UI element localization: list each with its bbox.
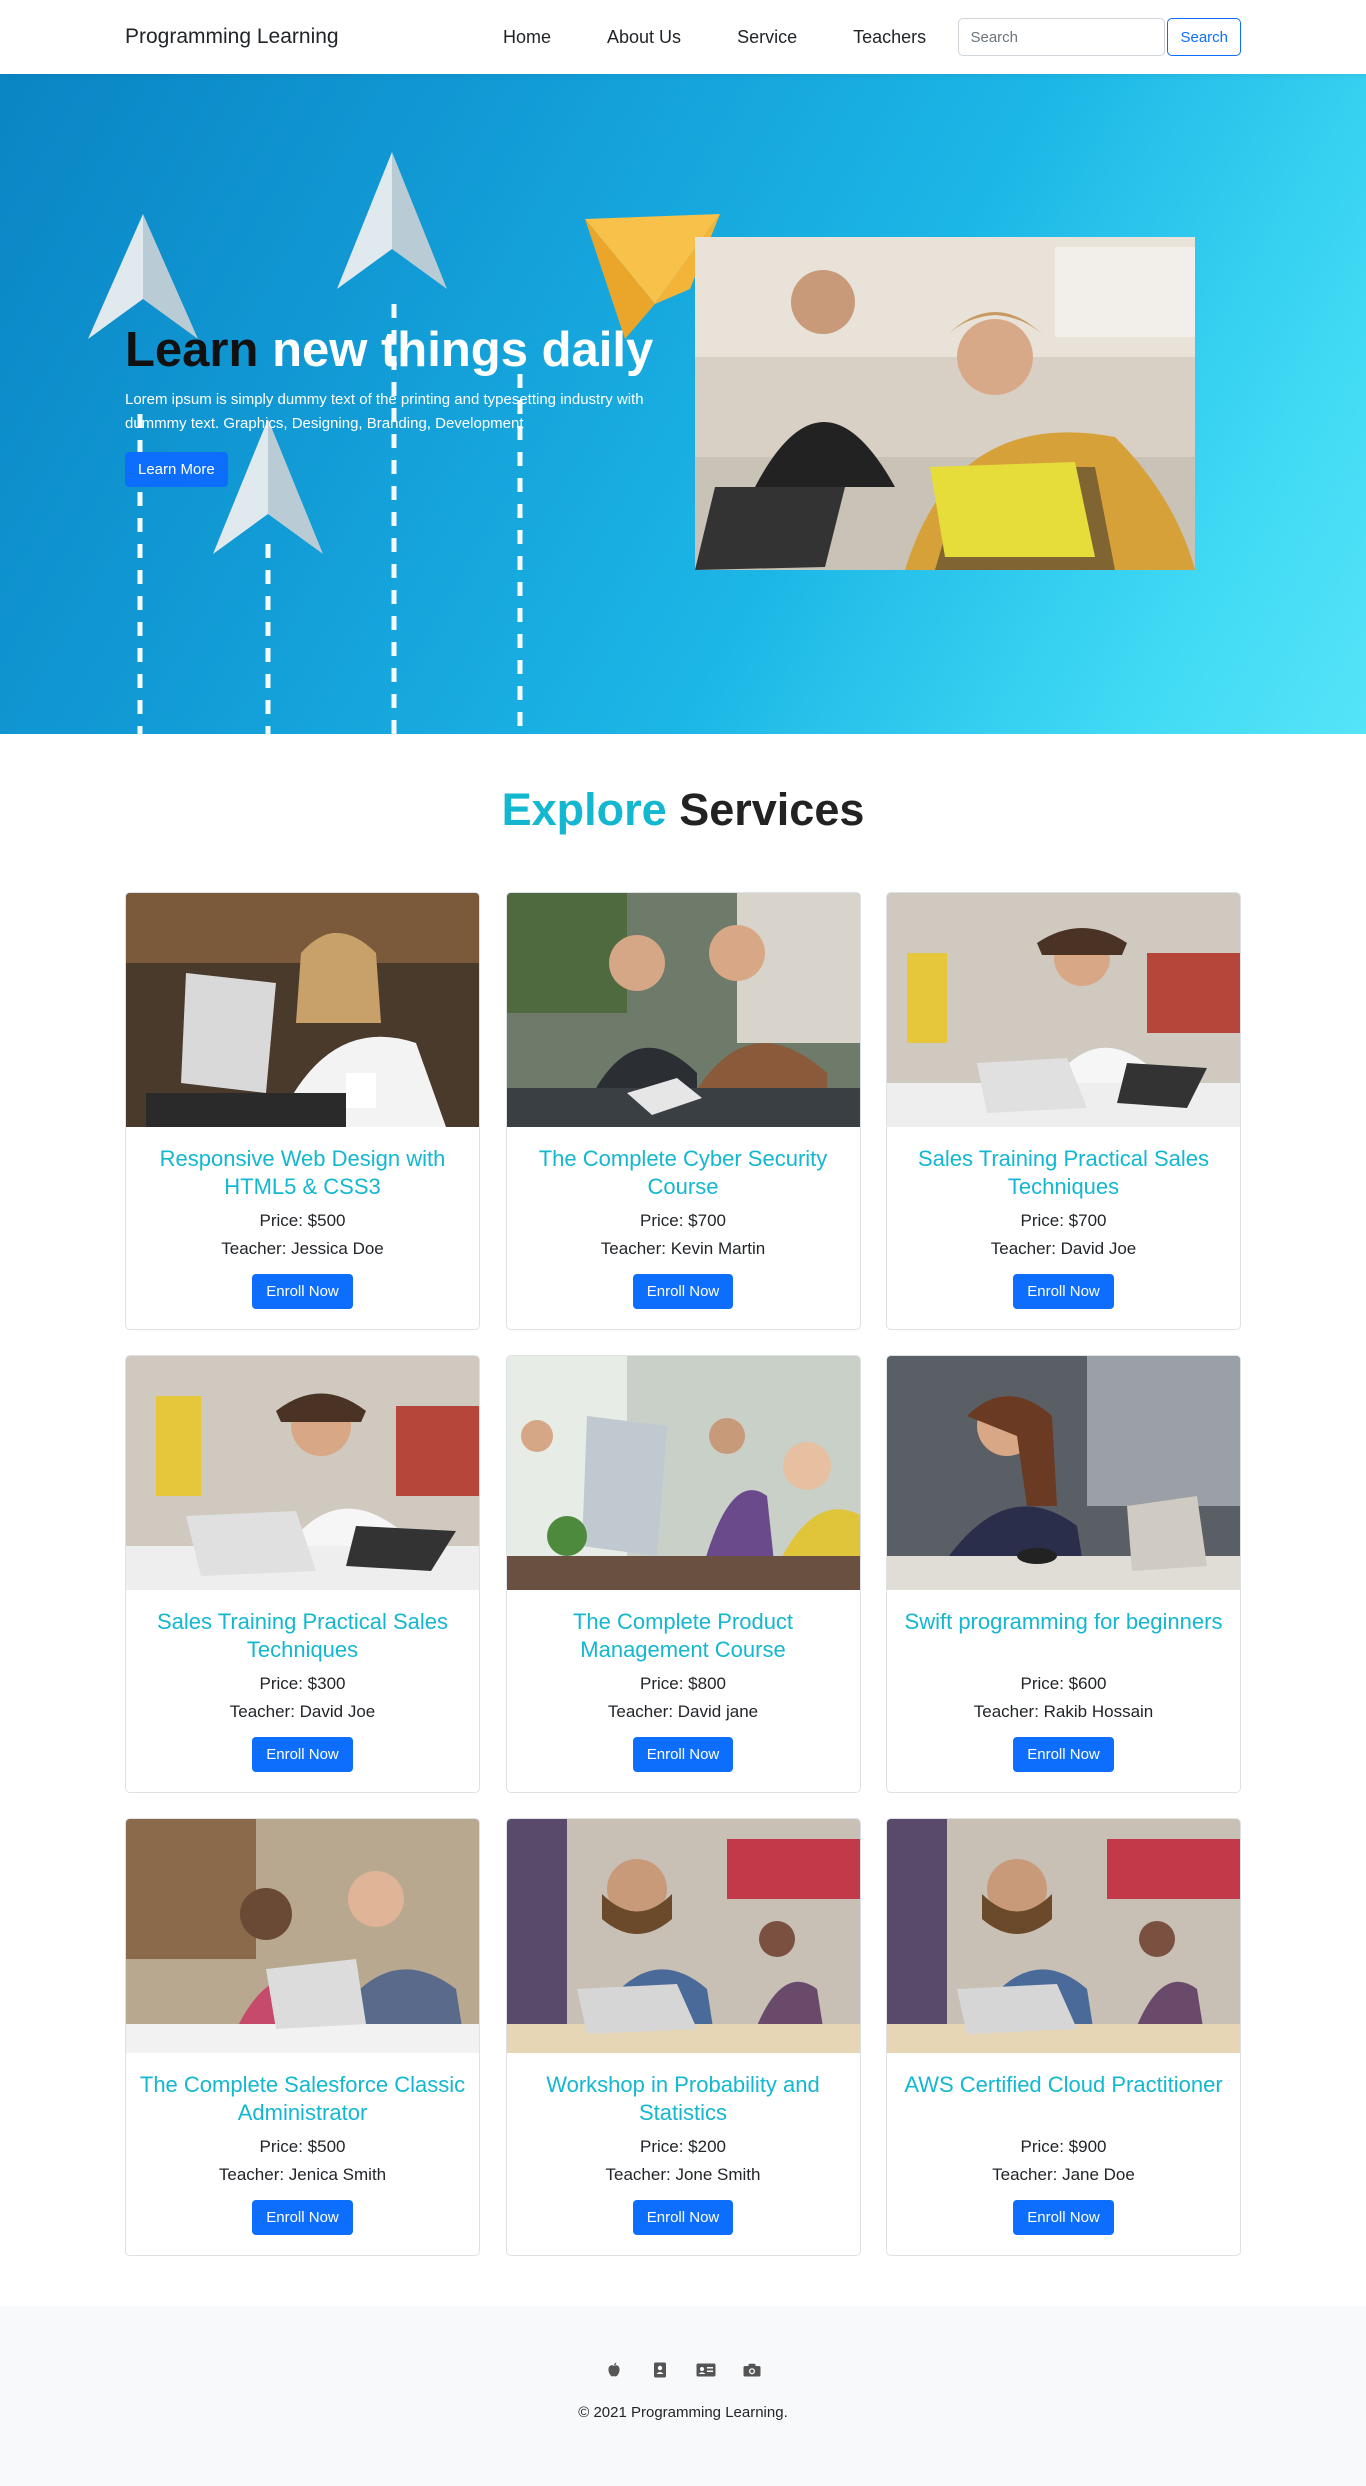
course-title: Swift programming for beginners [904,1609,1223,1634]
course-price: Price: $700 [1020,1211,1107,1230]
learn-more-button[interactable]: Learn More [125,451,228,487]
course-teacher: Teacher: Rakib Hossain [973,1702,1154,1721]
course-price: Price: $200 [640,2137,726,2156]
hero-students-photo [695,237,1195,570]
contact-book-icon[interactable] [648,2358,672,2382]
nav-link-service[interactable]: Service [709,27,825,48]
navbar: Programming Learning Home About Us Servi… [0,0,1366,74]
course-teacher: Teacher: Jessica Doe [221,1239,384,1258]
hero-title: Learn new things daily [125,323,685,378]
course-card: The Complete Cyber Security Course Price… [505,892,861,1330]
brand-logo[interactable]: Programming Learning [125,25,475,49]
course-grid: Responsive Web Design with HTML5 & CSS3 … [125,892,1241,2256]
course-card: The Complete Product Management Course P… [505,1355,861,1793]
course-card: Sales Training Practical Sales Technique… [125,1355,480,1793]
course-title: Workshop in Probability and Statistics [546,2072,820,2125]
course-price: Price: $700 [640,1211,726,1230]
enroll-now-button[interactable]: Enroll Now [1013,1737,1114,1772]
course-title: Responsive Web Design with HTML5 & CSS3 [159,1146,446,1199]
footer: © 2021 Programming Learning. [0,2306,1366,2486]
course-title: The Complete Product Management Course [572,1609,794,1662]
course-teacher: Teacher: David jane [607,1702,759,1721]
course-image [126,1819,479,2053]
enroll-now-button[interactable]: Enroll Now [1013,1274,1114,1309]
enroll-now-button[interactable]: Enroll Now [632,1737,734,1772]
apple-icon[interactable] [602,2358,626,2382]
course-card: The Complete Salesforce Classic Administ… [125,1818,480,2256]
course-card: AWS Certified Cloud Practitioner Price: … [886,1818,1241,2256]
course-teacher: Teacher: David Joe [990,1239,1137,1258]
course-image [506,1356,860,1590]
course-title: The Complete Salesforce Classic Administ… [139,2072,466,2125]
hero-banner: Learn new things daily Lorem ipsum is si… [0,74,1366,734]
hero-title-dark: Learn [125,323,259,377]
camera-icon[interactable] [740,2358,764,2382]
services-title: Explore Services [125,784,1241,836]
search-form: Search [958,18,1241,56]
enroll-now-button[interactable]: Enroll Now [1013,2200,1114,2235]
nav-link-teachers[interactable]: Teachers [825,27,954,48]
course-card: Workshop in Probability and Statistics P… [505,1818,861,2256]
hero-title-light: new things daily [272,323,654,377]
search-button[interactable]: Search [1167,18,1241,56]
course-teacher: Teacher: Jone Smith [605,2165,761,2184]
enroll-now-button[interactable]: Enroll Now [252,2200,353,2235]
course-image [887,1819,1240,2053]
id-card-icon[interactable] [694,2358,718,2382]
course-image [126,893,479,1127]
course-card: Sales Training Practical Sales Technique… [886,892,1241,1330]
course-price: Price: $600 [1020,1674,1107,1693]
course-card: Responsive Web Design with HTML5 & CSS3 … [125,892,480,1330]
footer-icons [0,2358,1366,2382]
nav-links: Home About Us Service Teachers [475,27,954,48]
nav-link-about-us[interactable]: About Us [579,27,709,48]
course-image [887,1356,1240,1590]
copyright-text: © 2021 Programming Learning. [578,2404,788,2421]
course-image [506,1819,860,2053]
course-teacher: Teacher: David Joe [229,1702,376,1721]
course-teacher: Teacher: Jane Doe [992,2165,1135,2184]
course-title: Sales Training Practical Sales Technique… [917,1146,1210,1199]
course-teacher: Teacher: Kevin Martin [600,1239,766,1258]
enroll-now-button[interactable]: Enroll Now [252,1737,353,1772]
course-title: The Complete Cyber Security Course [538,1146,828,1199]
course-card: Swift programming for beginners Price: $… [886,1355,1241,1793]
course-price: Price: $500 [259,1211,346,1230]
course-price: Price: $500 [259,2137,346,2156]
course-price: Price: $300 [259,1674,346,1693]
hero-subtitle: Lorem ipsum is simply dummy text of the … [125,390,644,432]
course-image [126,1356,479,1590]
course-teacher: Teacher: Jenica Smith [218,2165,387,2184]
search-input[interactable] [958,18,1166,56]
enroll-now-button[interactable]: Enroll Now [632,2200,734,2235]
course-image [887,893,1240,1127]
enroll-now-button[interactable]: Enroll Now [252,1274,353,1309]
course-price: Price: $900 [1020,2137,1107,2156]
course-price: Price: $800 [640,1674,726,1693]
services-section: Explore Services Responsive Web Design w… [0,734,1366,2306]
enroll-now-button[interactable]: Enroll Now [632,1274,734,1309]
services-title-accent: Explore [501,784,667,835]
services-title-dark: Services [679,784,865,835]
course-title: AWS Certified Cloud Practitioner [904,2072,1223,2097]
course-image [506,893,860,1127]
nav-link-home[interactable]: Home [475,27,579,48]
hero-text: Learn new things daily Lorem ipsum is si… [125,323,685,487]
course-title: Sales Training Practical Sales Technique… [156,1609,449,1662]
